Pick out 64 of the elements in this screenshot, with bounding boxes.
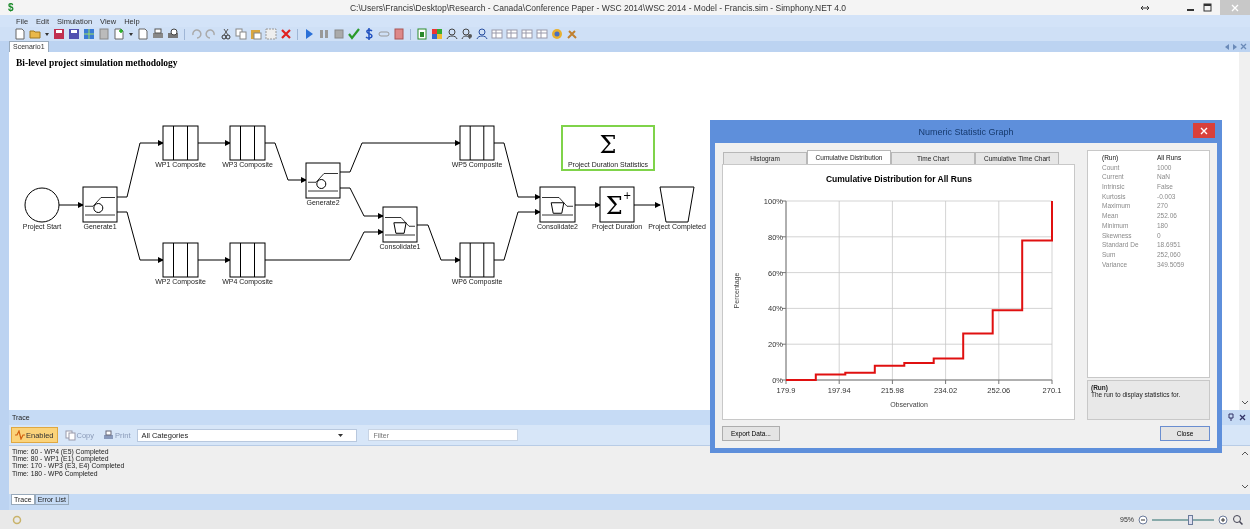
composite-node[interactable] [229, 125, 266, 161]
printer-icon[interactable] [152, 28, 164, 40]
check-icon[interactable] [348, 28, 360, 40]
connector-arrow [197, 140, 231, 146]
vertical-scrollbar[interactable] [1239, 52, 1250, 410]
consolidate-node[interactable] [382, 206, 418, 243]
composite-node[interactable] [459, 242, 495, 278]
composite-node[interactable] [459, 125, 495, 161]
scroll-right-icon[interactable] [1232, 42, 1238, 51]
connector-arrow [197, 257, 231, 263]
maximize-icon[interactable] [1203, 3, 1212, 12]
close-button[interactable] [1193, 123, 1215, 138]
composite-node[interactable] [162, 125, 199, 161]
paste-icon[interactable] [250, 28, 262, 40]
cut-icon[interactable] [220, 28, 232, 40]
resize-icon[interactable] [1140, 3, 1150, 12]
generate-node[interactable] [82, 186, 118, 223]
pulse-icon [15, 430, 25, 440]
chart-title: Cumulative Distribution for All Runs [825, 174, 973, 184]
connector-arrow [574, 202, 601, 208]
chart-icon[interactable] [431, 28, 443, 40]
close-icon [1231, 3, 1239, 12]
sum-node[interactable]: Σ+ [599, 186, 635, 223]
user-icon[interactable] [476, 28, 488, 40]
copy-icon [64, 429, 76, 441]
user-icon[interactable] [446, 28, 458, 40]
sink-node[interactable] [659, 186, 695, 223]
zoom-out-icon[interactable] [1138, 514, 1148, 525]
connector-arrow [633, 202, 661, 208]
connector-arrow [116, 211, 164, 263]
close-icon[interactable] [1239, 414, 1246, 421]
dollar-icon[interactable] [363, 28, 375, 40]
grid-icon[interactable] [83, 28, 95, 40]
tools-icon[interactable] [566, 28, 578, 40]
composite-node[interactable] [229, 242, 266, 278]
scroll-left-icon[interactable] [1224, 42, 1230, 51]
connector-arrow [339, 187, 384, 219]
app-icon: $ [0, 2, 56, 13]
zoom-slider-thumb[interactable] [1188, 514, 1194, 525]
connector-arrow [58, 202, 84, 208]
save-icon[interactable] [53, 28, 65, 40]
generate-node[interactable] [305, 162, 341, 199]
consolidate-node[interactable] [539, 186, 576, 223]
database-icon[interactable] [393, 28, 405, 40]
window-title: C:\Users\Francis\Desktop\Research - Canada\Conference Paper - WSC 2014\WSC 2014 - Model - Francis.sim - Simphony.NET 4.0 [348, 2, 848, 13]
pin-icon[interactable] [1227, 413, 1235, 422]
delete-icon[interactable] [280, 28, 292, 40]
dialog-title: Numeric Statistic Graph [918, 126, 1014, 137]
save-all-icon[interactable] [68, 28, 80, 40]
print-preview-icon[interactable] [167, 28, 179, 40]
status-circle-icon [12, 514, 22, 525]
copy-icon[interactable] [235, 28, 247, 40]
zoom-fit-icon[interactable] [1232, 513, 1244, 526]
composite-node[interactable] [162, 242, 199, 278]
start-node[interactable] [24, 187, 60, 223]
zoom-in-icon[interactable] [1218, 514, 1228, 525]
stop-icon[interactable] [333, 28, 345, 40]
close-icon [1200, 126, 1208, 135]
printer-icon [103, 429, 115, 441]
badge-icon[interactable] [551, 28, 563, 40]
users-icon[interactable] [461, 28, 473, 40]
report-icon[interactable] [416, 28, 428, 40]
caret-icon [338, 432, 344, 438]
diagram-title: Bi-level project simulation methodology [15, 57, 178, 68]
